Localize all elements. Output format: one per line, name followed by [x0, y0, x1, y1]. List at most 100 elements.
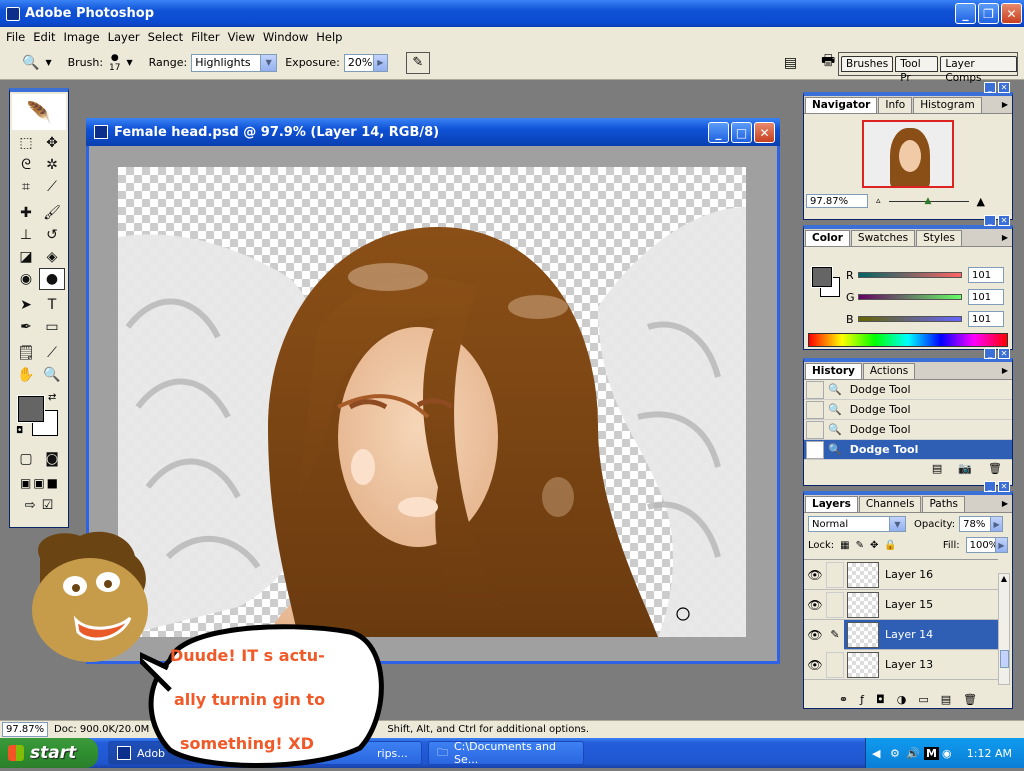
- eye-icon[interactable]: 👁: [804, 658, 826, 672]
- menu-layer[interactable]: Layer: [104, 30, 144, 44]
- screen-mode-full-icon[interactable]: ■: [47, 476, 58, 490]
- channel-r-field[interactable]: 101: [968, 267, 1004, 283]
- channel-b-field[interactable]: 101: [968, 311, 1004, 327]
- pen-tool-icon[interactable]: ✒: [13, 316, 39, 338]
- history-item[interactable]: 🔍 Dodge Tool: [804, 400, 1012, 420]
- layer-row[interactable]: 👁 Layer 16: [804, 560, 998, 590]
- brush-dropdown-icon[interactable]: ▼: [127, 58, 133, 67]
- type-tool-icon[interactable]: T: [39, 294, 65, 316]
- tray-network-icon[interactable]: ⚙: [890, 747, 900, 760]
- navigator-thumbnail[interactable]: [862, 120, 954, 188]
- scroll-thumb[interactable]: [1000, 650, 1009, 668]
- notes-tool-icon[interactable]: 🗒: [13, 342, 39, 364]
- imageready-icon[interactable]: ⇨: [25, 498, 36, 513]
- tab-history[interactable]: History: [805, 363, 862, 379]
- tab-channels[interactable]: Channels: [858, 496, 922, 512]
- panel-menu-icon[interactable]: ▶: [1002, 100, 1008, 109]
- crop-tool-icon[interactable]: ⌗: [13, 176, 39, 198]
- tab-styles[interactable]: Styles: [916, 230, 962, 246]
- eye-icon[interactable]: 👁: [804, 619, 826, 650]
- fill-field[interactable]: 100% ▶: [965, 537, 1008, 553]
- edit-in-imageready-icon[interactable]: ☑: [42, 498, 54, 513]
- tab-paths[interactable]: Paths: [922, 496, 965, 512]
- screen-mode-full-menu-icon[interactable]: ▣: [33, 476, 44, 490]
- swap-colors-icon[interactable]: ⇄: [48, 392, 56, 403]
- channel-g-field[interactable]: 101: [968, 289, 1004, 305]
- menu-window[interactable]: Window: [259, 30, 312, 44]
- magic-wand-tool-icon[interactable]: ✲: [39, 154, 65, 176]
- screen-mode-standard-icon[interactable]: ▣: [20, 476, 31, 490]
- path-selection-tool-icon[interactable]: ➤: [13, 294, 39, 316]
- eye-icon[interactable]: 👁: [804, 598, 826, 612]
- tray-volume-icon[interactable]: 🔊: [906, 747, 920, 760]
- menu-edit[interactable]: Edit: [29, 30, 59, 44]
- layer-style-icon[interactable]: ƒ: [860, 693, 864, 706]
- scroll-up-icon[interactable]: ▲: [999, 574, 1009, 583]
- print-icon[interactable]: 🖶: [821, 50, 835, 75]
- paint-bucket-tool-icon[interactable]: ◈: [39, 246, 65, 268]
- lasso-tool-icon[interactable]: ᘓ: [13, 154, 39, 176]
- healing-brush-tool-icon[interactable]: ✚: [13, 202, 39, 224]
- panel-menu-icon[interactable]: ▶: [1002, 499, 1008, 508]
- exposure-field[interactable]: 20% ▶: [343, 53, 388, 72]
- new-snapshot-icon[interactable]: 📷: [958, 462, 972, 475]
- minimize-icon[interactable]: _: [984, 215, 996, 226]
- menu-file[interactable]: File: [2, 30, 29, 44]
- trash-icon[interactable]: 🗑: [963, 693, 977, 706]
- tab-histogram[interactable]: Histogram: [913, 97, 982, 113]
- history-source-checkbox[interactable]: [806, 440, 824, 459]
- restore-button[interactable]: ❐: [978, 3, 999, 24]
- minimize-icon[interactable]: _: [984, 82, 996, 93]
- menu-select[interactable]: Select: [144, 30, 187, 44]
- history-brush-tool-icon[interactable]: ↺: [39, 224, 65, 246]
- lock-position-icon[interactable]: ✥: [870, 540, 878, 551]
- hand-tool-icon[interactable]: ✋: [13, 364, 39, 386]
- new-document-icon[interactable]: ▤: [932, 462, 942, 475]
- standard-mode-icon[interactable]: ▢: [13, 448, 39, 470]
- history-item-current[interactable]: 🔍 Dodge Tool: [804, 440, 1012, 460]
- tray-m-icon[interactable]: M: [924, 746, 939, 760]
- close-icon[interactable]: ✕: [998, 348, 1010, 359]
- lock-image-icon[interactable]: ✎: [856, 540, 864, 551]
- adjustment-layer-icon[interactable]: ◑: [897, 693, 907, 706]
- minimize-icon[interactable]: _: [984, 481, 996, 492]
- new-layer-icon[interactable]: ▤: [941, 693, 951, 706]
- rectangle-tool-icon[interactable]: ▭: [39, 316, 65, 338]
- close-icon[interactable]: ✕: [998, 481, 1010, 492]
- marquee-tool-icon[interactable]: ⬚: [13, 132, 39, 154]
- color-foreground-swatch[interactable]: [811, 266, 833, 288]
- zoom-out-icon[interactable]: ▵: [876, 196, 881, 206]
- dodge-tool-preset-icon[interactable]: 🔍: [22, 55, 39, 71]
- tab-tool-presets[interactable]: Tool Pr: [895, 56, 939, 84]
- panel-menu-icon[interactable]: ▶: [1002, 366, 1008, 375]
- menu-help[interactable]: Help: [312, 30, 346, 44]
- clone-stamp-tool-icon[interactable]: ⊥: [13, 224, 39, 246]
- slice-tool-icon[interactable]: ⟋: [39, 176, 65, 198]
- layers-scrollbar[interactable]: ▲: [998, 573, 1010, 685]
- file-browser-icon[interactable]: ▤: [784, 55, 797, 71]
- channel-g-slider[interactable]: [858, 294, 962, 300]
- default-colors-icon[interactable]: ◘: [16, 426, 23, 436]
- move-tool-icon[interactable]: ✥: [39, 132, 65, 154]
- brush-picker[interactable]: ● 17: [109, 53, 120, 73]
- new-group-icon[interactable]: ▭: [918, 693, 928, 706]
- history-item[interactable]: 🔍 Dodge Tool: [804, 420, 1012, 440]
- foreground-color-swatch[interactable]: [17, 395, 45, 423]
- tab-actions[interactable]: Actions: [862, 363, 916, 379]
- opacity-field[interactable]: 78% ▶: [959, 516, 1004, 532]
- image-canvas[interactable]: [118, 167, 746, 637]
- tray-chrome-icon[interactable]: ◉: [942, 747, 952, 760]
- dodge-tool-icon[interactable]: ●: [39, 268, 65, 290]
- tab-layers[interactable]: Layers: [805, 496, 858, 512]
- doc-minimize-button[interactable]: _: [708, 122, 729, 143]
- channel-r-slider[interactable]: [858, 272, 962, 278]
- close-icon[interactable]: ✕: [998, 82, 1010, 93]
- panel-menu-icon[interactable]: ▶: [1002, 233, 1008, 242]
- close-button[interactable]: ✕: [1001, 3, 1022, 24]
- trash-icon[interactable]: 🗑: [988, 462, 1002, 475]
- doc-close-button[interactable]: ✕: [754, 122, 775, 143]
- zoom-slider[interactable]: ▲: [888, 196, 969, 206]
- layer-mask-icon[interactable]: ◘: [876, 693, 885, 706]
- menu-view[interactable]: View: [224, 30, 259, 44]
- range-select[interactable]: Highlights ▼: [191, 53, 278, 72]
